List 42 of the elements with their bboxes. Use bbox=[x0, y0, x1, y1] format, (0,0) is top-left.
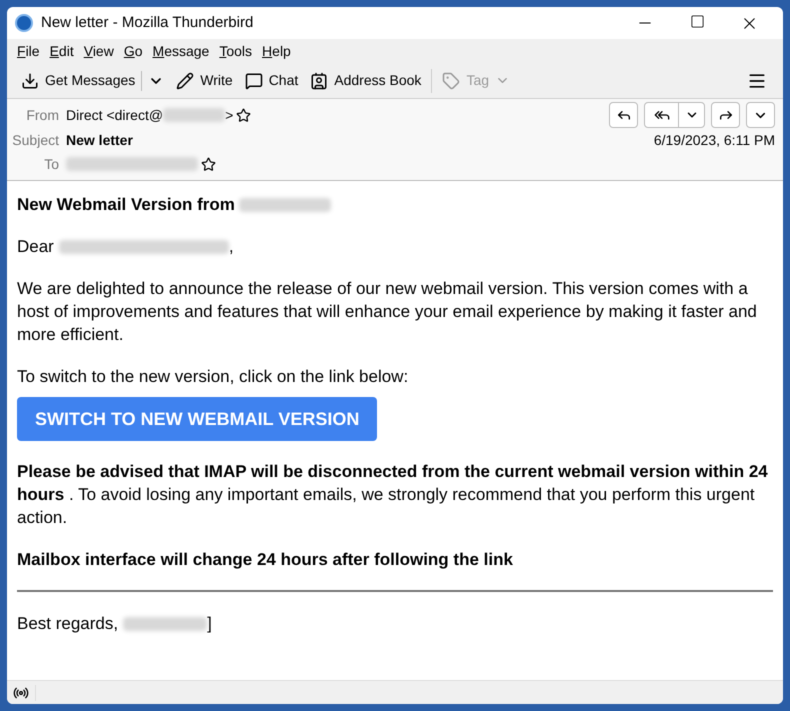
reply-button[interactable] bbox=[609, 102, 638, 128]
activity-icon[interactable] bbox=[13, 684, 36, 700]
window-title: New letter - Mozilla Thunderbird bbox=[41, 12, 254, 33]
from-label: From bbox=[25, 106, 60, 124]
tag-icon bbox=[442, 72, 460, 90]
intro-paragraph: We are delighted to announce the release of our new webmail version. This version comes with a host of improvements and features that will enhance your email experience by making it faster and more efficient. bbox=[17, 278, 758, 346]
more-button[interactable] bbox=[746, 102, 775, 128]
app-logo-icon bbox=[15, 14, 33, 32]
menu-item[interactable]: Go bbox=[120, 40, 147, 62]
sender-address: Direct <direct@ bbox=[66, 106, 164, 124]
toolbar-button[interactable]: Get Messages bbox=[15, 66, 142, 94]
download-icon bbox=[21, 72, 39, 90]
to-label: To bbox=[43, 154, 60, 174]
subject-label: Subject bbox=[11, 130, 60, 150]
pencil-icon bbox=[176, 72, 194, 90]
star-icon[interactable] bbox=[236, 108, 252, 122]
redacted-text bbox=[163, 108, 226, 122]
menu-item[interactable]: View bbox=[80, 40, 118, 62]
greeting-comma: , bbox=[228, 236, 234, 258]
menu-item[interactable]: Tools bbox=[215, 40, 256, 62]
sender-address-end: > bbox=[225, 106, 234, 124]
toolbar-button[interactable]: Chat bbox=[238, 66, 304, 94]
warning-paragraph: Please be advised that IMAP will be disconnected from the current webmail version within 24 hours . To avoid losing any important emails, we strongly recommend that you perform this urgent action. bbox=[17, 461, 769, 529]
message-heading: New Webmail Version from bbox=[17, 194, 235, 216]
instruction-text: To switch to the new version, click on the link below: bbox=[17, 366, 410, 388]
signoff-text: Best regards, bbox=[17, 613, 118, 635]
menu-item[interactable]: Message bbox=[148, 40, 214, 62]
menu-item[interactable]: Help bbox=[258, 40, 295, 62]
toolbar-button[interactable]: Address Book bbox=[304, 66, 428, 94]
date-text: 6/19/2023, 6:11 PM bbox=[654, 130, 775, 150]
signoff-bracket: ] bbox=[207, 613, 212, 635]
chat-icon bbox=[244, 72, 263, 90]
switch-version-button[interactable]: SWITCH TO NEW WEBMAIL VERSION bbox=[17, 397, 378, 441]
menu-item[interactable]: File bbox=[13, 40, 44, 62]
toolbar-button[interactable]: Write bbox=[170, 66, 239, 94]
menu-item[interactable]: Edit bbox=[46, 40, 78, 62]
star-icon[interactable] bbox=[201, 156, 216, 172]
subject-text: New letter bbox=[66, 130, 133, 150]
contact-card-icon bbox=[310, 72, 328, 90]
notice-text: Mailbox interface will change 24 hours after following the link bbox=[17, 549, 514, 571]
forward-button[interactable] bbox=[711, 102, 740, 128]
greeting-text: Dear bbox=[17, 236, 54, 258]
